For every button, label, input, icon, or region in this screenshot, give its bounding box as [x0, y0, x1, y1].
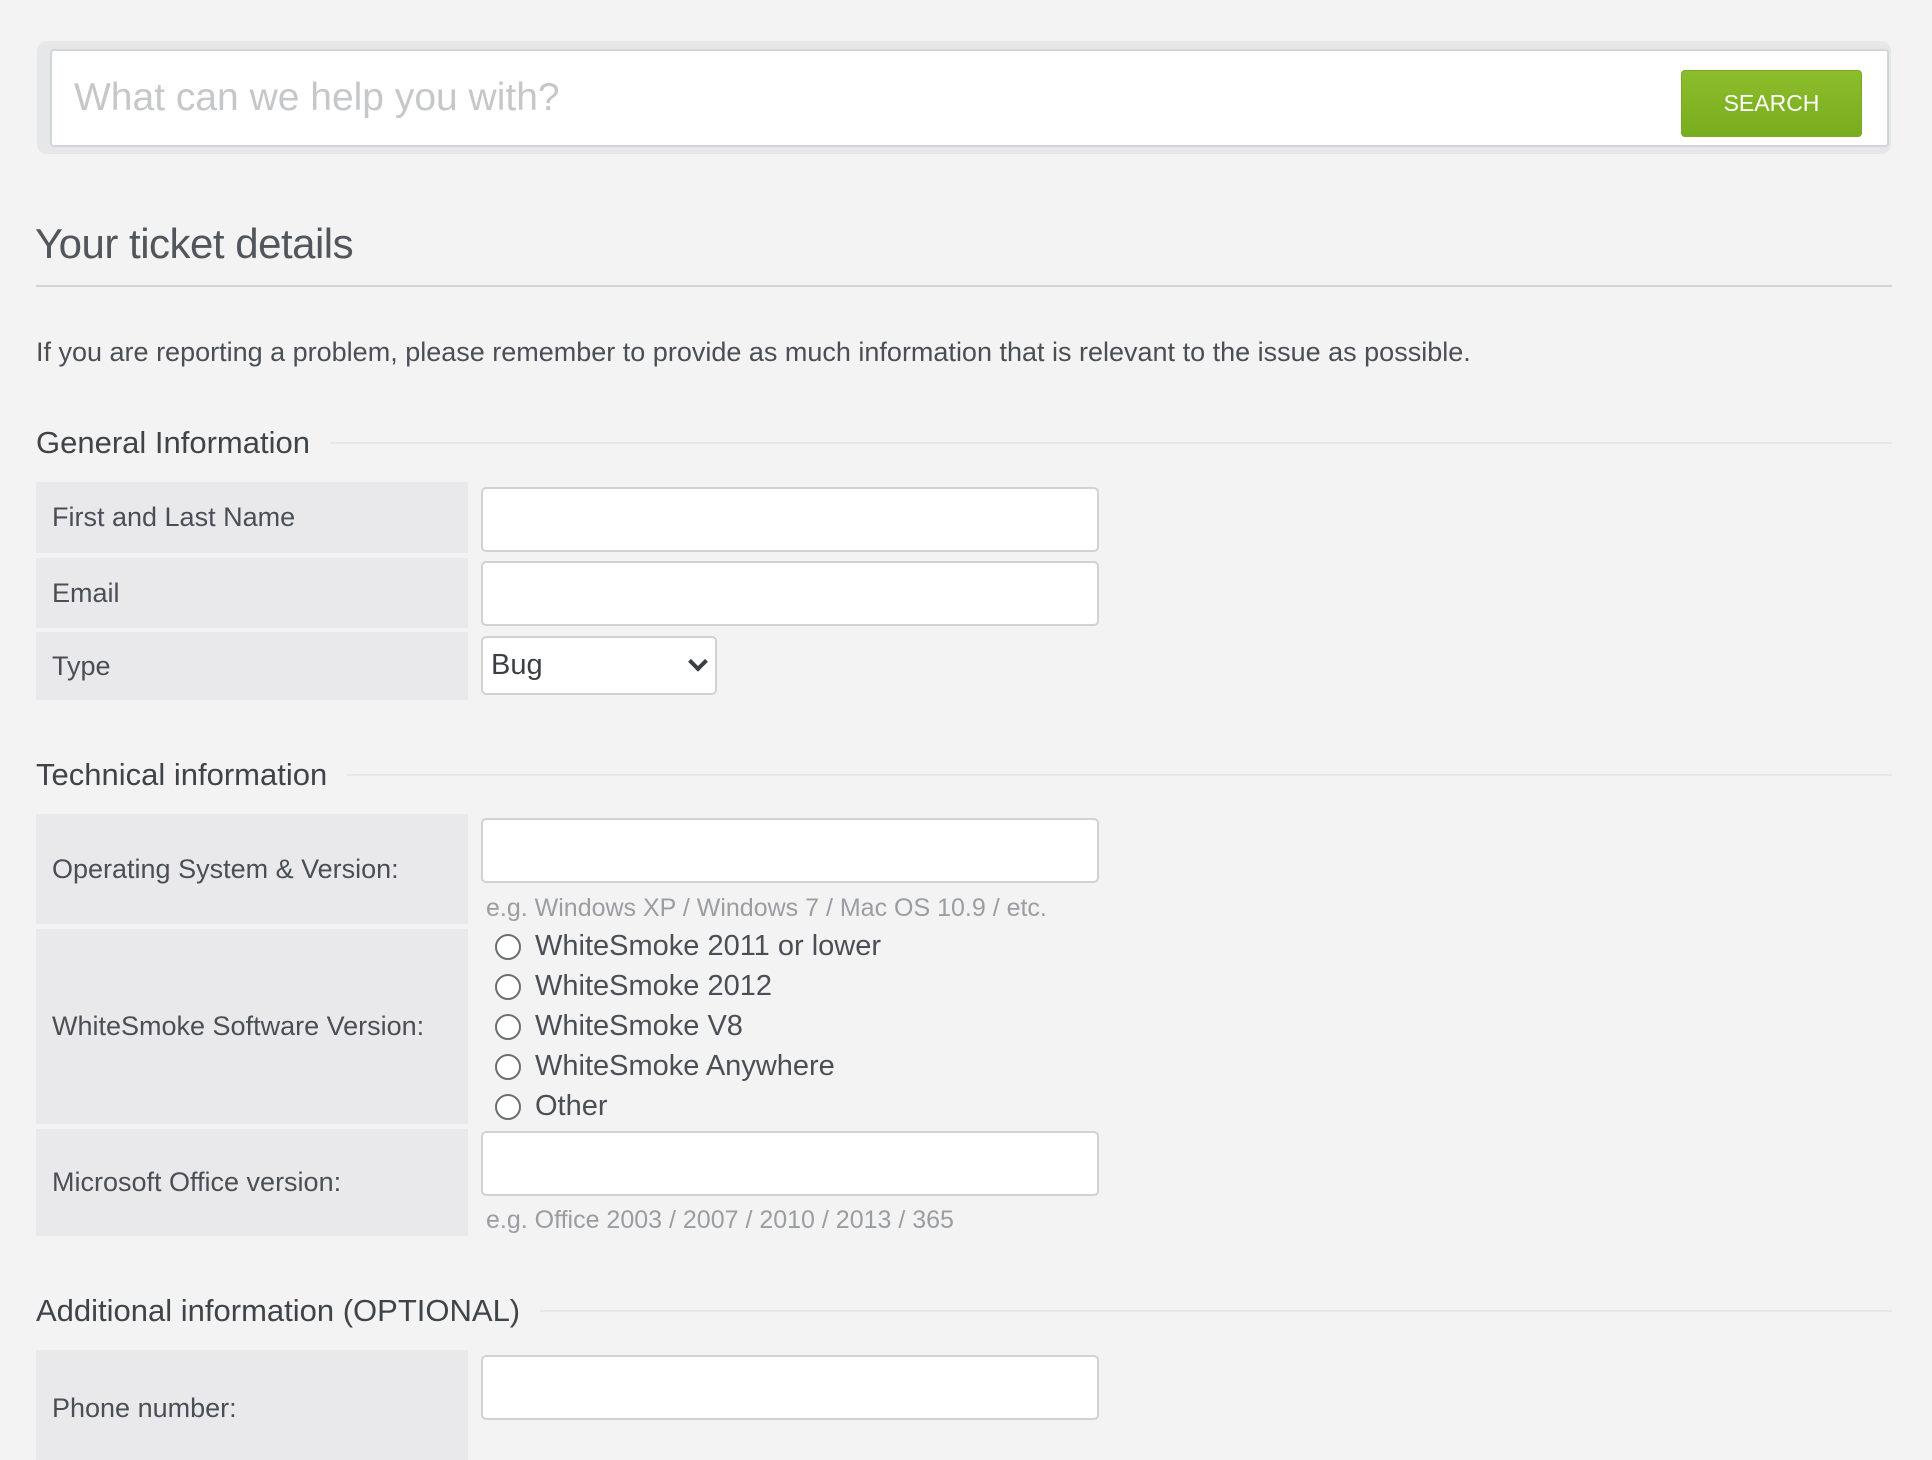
search-input[interactable]	[72, 51, 1652, 145]
type-select[interactable]: Bug	[481, 636, 717, 695]
software-option[interactable]: WhiteSmoke 2012	[495, 970, 772, 1003]
software-option[interactable]: WhiteSmoke Anywhere	[495, 1050, 835, 1083]
section-divider	[540, 1310, 1892, 1312]
option-label: WhiteSmoke V8	[535, 1010, 743, 1042]
software-option[interactable]: Other	[495, 1090, 608, 1123]
page-title: Your ticket details	[35, 220, 354, 267]
software-option[interactable]: WhiteSmoke 2011 or lower	[495, 930, 881, 963]
intro-text: If you are reporting a problem, please r…	[36, 337, 1471, 367]
option-label: WhiteSmoke Anywhere	[535, 1050, 835, 1082]
section-divider	[347, 774, 1892, 776]
office-label: Microsoft Office version:	[36, 1129, 468, 1236]
type-label: Type	[36, 632, 468, 700]
section-general-title: General Information	[36, 425, 1892, 461]
email-input[interactable]	[481, 561, 1099, 626]
os-label-text: Operating System & Version:	[52, 853, 399, 884]
os-input[interactable]	[481, 818, 1099, 883]
phone-label-text: Phone number:	[52, 1393, 237, 1423]
radio-button[interactable]	[495, 933, 521, 960]
chevron-down-icon	[688, 651, 708, 672]
software-label: WhiteSmoke Software Version:	[36, 929, 468, 1124]
office-hint: e.g. Office 2003 / 2007 / 2010 / 2013 / …	[486, 1206, 954, 1234]
section-divider	[329, 442, 1892, 444]
search-button[interactable]: SEARCH	[1681, 70, 1862, 137]
radio-button[interactable]	[495, 1093, 521, 1120]
os-hint: e.g. Windows XP / Windows 7 / Mac OS 10.…	[486, 894, 1047, 922]
section-title-text: General Information	[36, 425, 310, 460]
office-input[interactable]	[481, 1131, 1099, 1196]
email-label-text: Email	[52, 577, 120, 608]
radio-button[interactable]	[495, 973, 521, 1000]
phone-label: Phone number:	[36, 1350, 468, 1460]
section-title-text: Technical information	[36, 757, 328, 792]
option-label: WhiteSmoke 2011 or lower	[535, 930, 882, 962]
radio-button[interactable]	[495, 1013, 521, 1040]
title-divider	[36, 285, 1892, 287]
search-box	[50, 49, 1889, 147]
software-option[interactable]: WhiteSmoke V8	[495, 1010, 743, 1043]
section-title-text: Additional information (OPTIONAL)	[36, 1293, 521, 1328]
type-label-text: Type	[52, 650, 111, 681]
name-input[interactable]	[481, 487, 1099, 552]
type-select-value: Bug	[491, 649, 543, 681]
email-label: Email	[36, 558, 468, 628]
os-label: Operating System & Version:	[36, 814, 468, 924]
radio-button[interactable]	[495, 1053, 521, 1080]
software-label-text: WhiteSmoke Software Version:	[52, 1011, 425, 1041]
section-additional-title: Additional information (OPTIONAL)	[36, 1293, 1892, 1329]
option-label: WhiteSmoke 2012	[535, 970, 772, 1002]
office-label-text: Microsoft Office version:	[52, 1167, 342, 1197]
name-label-text: First and Last Name	[52, 502, 296, 532]
section-technical-title: Technical information	[36, 757, 1892, 793]
name-label: First and Last Name	[36, 482, 468, 553]
phone-input[interactable]	[481, 1355, 1099, 1420]
option-label: Other	[535, 1090, 608, 1122]
